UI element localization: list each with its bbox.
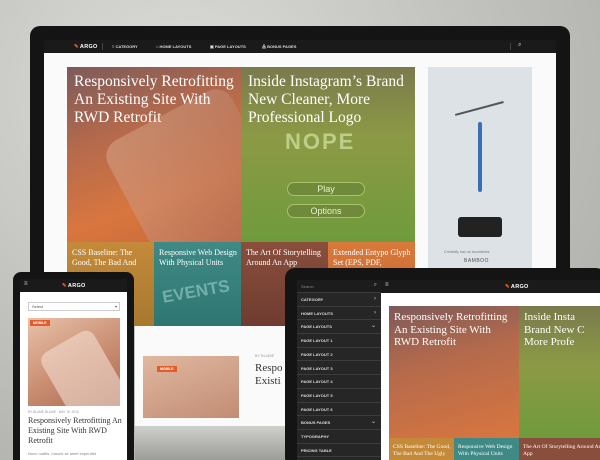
tablet-screen: ≡ ✎ARGO Responsively Retrofitting An Exi…	[381, 280, 600, 460]
small-post-3-title: The Art Of Storytelling Around An App	[246, 248, 321, 267]
tablet-navbar: ≡ ✎ARGO	[381, 280, 600, 293]
chevron-down-icon: ▾	[114, 304, 117, 309]
phone-device: ≡ ✎ARGO Select ▾ MOBILE BY BLUME BLUME ·…	[13, 272, 134, 460]
menu-typography[interactable]: TYPOGRAPHY	[297, 430, 381, 444]
lower-post-badge: MOBILE	[157, 366, 177, 372]
menu-pricing-table[interactable]: PRICING TABLE	[297, 444, 381, 458]
tablet-search-input[interactable]: Search ⌕	[297, 280, 381, 293]
menu-page-layout-2[interactable]: PAGE LAYOUT 2	[297, 348, 381, 362]
hero-left-title: Responsively Retrofitting An Existing Si…	[74, 73, 234, 126]
menu-page-layout-6[interactable]: PAGE LAYOUT 6	[297, 403, 381, 417]
desktop-lower-area: MOBILE BY BLUME Respo Existi	[135, 326, 285, 460]
tablet-illustration	[458, 217, 502, 237]
logo-mark-icon: ✎	[62, 282, 67, 289]
tablet-hero-right[interactable]: Inside Insta Brand New C More Profe	[519, 306, 600, 438]
hamburger-icon[interactable]: ≡	[24, 281, 28, 287]
tablet-small-2-title: Responsive Web Design With Physical Unit…	[458, 444, 513, 457]
chevron-right-icon: ›	[374, 309, 376, 316]
chevron-right-icon: ›	[374, 296, 376, 302]
tablet-small-post-2[interactable]: Responsive Web Design With Physical Unit…	[454, 438, 519, 460]
desktop-logo[interactable]: ✎ARGO	[74, 44, 98, 50]
chevron-down-icon: ⌄	[370, 323, 376, 330]
menu-category[interactable]: CATEGORY ›	[297, 293, 381, 307]
ad-brand: BAMBOO	[464, 258, 489, 264]
menu-bonus-pages[interactable]: BONUS PAGES ⌄	[297, 416, 381, 430]
bonus-icon: ⁂	[262, 44, 266, 49]
hero-post-left[interactable]: Responsively Retrofitting An Existing Si…	[67, 67, 241, 242]
phone-logo[interactable]: ✎ARGO	[62, 283, 86, 289]
menu-icon: ≡	[112, 44, 115, 49]
search-icon: ⌕	[373, 282, 377, 288]
search-icon[interactable]: ⌕	[518, 42, 521, 49]
phone-screen: ≡ ✎ARGO Select ▾ MOBILE BY BLUME BLUME ·…	[20, 279, 127, 460]
small-post-4-title: Extended Entypo Glyph Set (EPS, PDF,	[333, 248, 411, 267]
menu-home-layouts[interactable]: HOME LAYOUTS ›	[297, 307, 381, 321]
lower-post-meta: BY BLUME	[255, 354, 275, 358]
hero-post-right[interactable]: NOPE Play Options Inside Instagram’s Bra…	[241, 67, 415, 242]
phone-post-excerpt: Nunc mattis, mauris sit amet imperdiet	[28, 451, 97, 456]
phone-photo-image	[37, 327, 120, 406]
small-post-2[interactable]: Responsive Web Design With Physical Unit…	[154, 242, 241, 326]
pen-arm-illustration	[454, 101, 512, 143]
menu-page-layout-5[interactable]: PAGE LAYOUT 5	[297, 389, 381, 403]
game-options-button: Options	[287, 204, 365, 218]
divider	[102, 43, 103, 50]
hero-right-title: Inside Instagram’s Brand New Cleaner, Mo…	[248, 73, 404, 126]
tablet-small-1-title: CSS Baseline: The Good, The Bad And The …	[393, 444, 451, 457]
menu-page-layout-1[interactable]: PAGE LAYOUT 1	[297, 334, 381, 348]
nav-home-layouts[interactable]: ⌂ HOME LAYOUTS	[156, 44, 191, 49]
home-icon: ⌂	[156, 44, 159, 49]
hamburger-icon[interactable]: ≡	[385, 282, 389, 288]
tablet-small-3-title: The Art Of Storytelling Around An App	[523, 444, 600, 457]
tablet-small-post-3[interactable]: The Art Of Storytelling Around An App	[519, 438, 600, 460]
menu-page-layouts[interactable]: PAGE LAYOUTS ⌄	[297, 320, 381, 335]
small-post-2-title: Responsive Web Design With Physical Unit…	[159, 248, 237, 267]
game-play-button: Play	[287, 182, 365, 196]
nav-bonus-pages[interactable]: ⁂ BONUS PAGES	[262, 44, 296, 49]
divider	[510, 43, 511, 50]
tablet-hero-left-title: Responsively Retrofitting An Existing Si…	[394, 311, 508, 349]
menu-page-layout-3[interactable]: PAGE LAYOUT 3	[297, 362, 381, 376]
desktop-navbar: ✎ARGO ≡ CATEGORY ⌂ HOME LAYOUTS ▣ PAGE L…	[44, 40, 556, 53]
game-title-art: NOPE	[285, 129, 356, 154]
nav-page-layouts[interactable]: ▣ PAGE LAYOUTS	[210, 44, 246, 49]
phone-select[interactable]: Select ▾	[28, 302, 120, 311]
phone-post-meta: BY BLUME BLUME · MAY 19, 2015	[28, 410, 79, 414]
nav-category[interactable]: ≡ CATEGORY	[112, 44, 138, 49]
page-icon: ▣	[210, 44, 214, 49]
menu-page-layout-4[interactable]: PAGE LAYOUT 4	[297, 375, 381, 389]
sidebar-ad[interactable]: Creativity has no boundaries BAMBOO	[428, 67, 532, 275]
lower-post-title[interactable]: Respo Existi	[255, 362, 285, 388]
phone-navbar: ≡ ✎ARGO	[20, 279, 127, 292]
chevron-down-icon: ⌄	[370, 419, 376, 426]
ad-caption: Creativity has no boundaries	[444, 250, 490, 254]
events-word-art: EVENTS	[160, 276, 232, 307]
tablet-device: Search ⌕ CATEGORY › HOME LAYOUTS › PAGE LA…	[285, 268, 600, 460]
tablet-hero-right-title: Inside Insta Brand New C More Profe	[524, 311, 585, 349]
tablet-logo[interactable]: ✎ARGO	[505, 284, 529, 290]
small-post-1-title: CSS Baseline: The Good, The Bad And	[72, 248, 137, 267]
tablet-hero-left[interactable]: Responsively Retrofitting An Existing Si…	[389, 306, 519, 438]
tablet-small-post-1[interactable]: CSS Baseline: The Good, The Bad And The …	[389, 438, 454, 460]
stand-shadow	[135, 426, 285, 460]
tablet-side-menu: Search ⌕ CATEGORY › HOME LAYOUTS › PAGE LA…	[297, 280, 381, 460]
phone-post-badge: MOBILE	[30, 320, 50, 326]
pen-illustration	[478, 122, 482, 192]
logo-mark-icon: ✎	[74, 43, 79, 50]
phone-post-title[interactable]: Responsively Retrofitting An Existing Si…	[28, 416, 123, 446]
phone-post-image[interactable]	[28, 318, 120, 406]
logo-mark-icon: ✎	[505, 283, 510, 290]
